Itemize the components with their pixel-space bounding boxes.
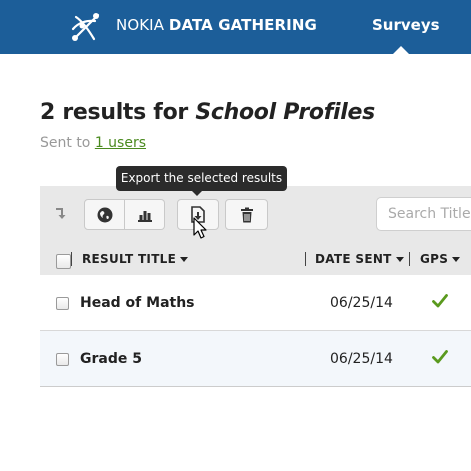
column-separator <box>409 252 410 266</box>
bar-chart-icon <box>137 210 152 222</box>
tooltip-arrow <box>192 191 202 196</box>
result-title[interactable]: Head of Maths <box>80 295 195 311</box>
survey-name: School Profiles <box>195 100 375 125</box>
page-title: 2 results for School Profiles <box>40 100 375 125</box>
date-sent: 06/25/14 <box>330 351 393 367</box>
delete-button[interactable] <box>225 199 268 230</box>
sort-caret-icon <box>452 257 461 262</box>
row-checkbox[interactable] <box>56 353 69 366</box>
search-input[interactable] <box>376 197 471 231</box>
column-header-gps[interactable]: GPS <box>420 252 461 266</box>
sort-arrow-icon[interactable] <box>54 206 68 220</box>
sort-caret-icon <box>395 257 404 262</box>
column-separator <box>305 252 306 266</box>
map-view-button[interactable] <box>84 199 125 230</box>
brand-prefix: NOKIA <box>116 16 169 34</box>
row-checkbox[interactable] <box>56 297 69 310</box>
gps-check-icon <box>432 350 448 364</box>
gps-check-icon <box>432 294 448 308</box>
app-brand[interactable]: NOKIA DATA GATHERING <box>116 16 317 34</box>
column-header-result-title[interactable]: RESULT TITLE <box>82 252 189 266</box>
export-tooltip: Export the selected results <box>116 166 287 191</box>
column-header-date-sent[interactable]: DATE SENT <box>315 252 404 266</box>
chart-view-button[interactable] <box>125 199 165 230</box>
results-count-text: 2 results for <box>40 100 196 125</box>
mouse-cursor-icon <box>193 217 207 239</box>
brand-bold: DATA GATHERING <box>168 16 317 34</box>
sent-to-prefix: Sent to <box>40 135 95 151</box>
result-title[interactable]: Grade 5 <box>80 351 142 367</box>
view-button-group <box>84 199 165 230</box>
nokia-logo-icon[interactable] <box>68 9 104 45</box>
sent-to-users-link[interactable]: 1 users <box>95 135 146 151</box>
date-sent: 06/25/14 <box>330 295 393 311</box>
trash-icon <box>240 207 253 222</box>
select-all-checkbox[interactable] <box>56 254 71 269</box>
active-nav-indicator <box>393 46 409 54</box>
column-separator <box>71 252 72 266</box>
top-navigation-bar: NOKIA DATA GATHERING Surveys <box>0 0 471 54</box>
globe-icon <box>97 207 112 222</box>
nav-surveys-link[interactable]: Surveys <box>372 16 440 34</box>
sent-to-line: Sent to 1 users <box>40 135 146 151</box>
sort-caret-icon <box>180 257 189 262</box>
